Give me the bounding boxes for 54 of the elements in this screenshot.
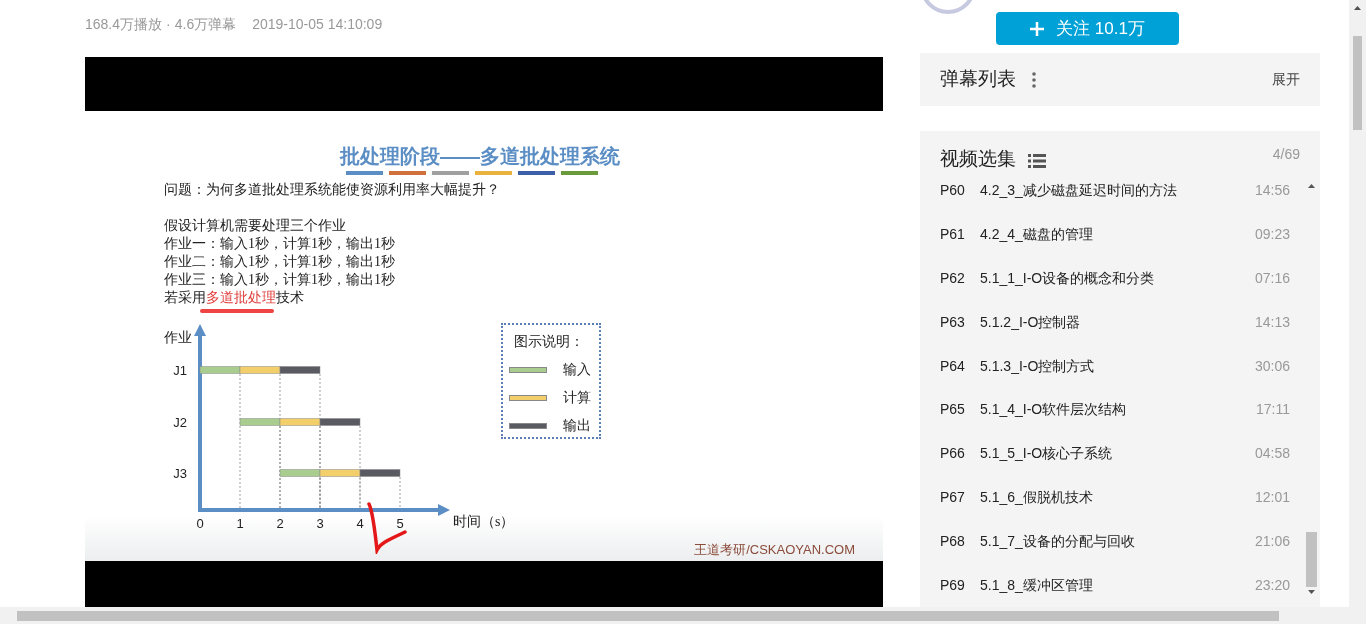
playlist-item[interactable]: P65 5.1_4_I-O软件层次结构 17:11	[940, 388, 1290, 432]
tick-label: 5	[396, 516, 404, 531]
vertical-scrollbar[interactable]	[1349, 0, 1366, 607]
horizontal-scrollbar[interactable]	[0, 607, 1366, 624]
tick-label: 1	[236, 516, 244, 531]
slide-text: 假设计算机需要处理三个作业	[164, 217, 347, 235]
expand-link[interactable]: 展开	[1272, 69, 1300, 91]
row-label: J2	[173, 415, 187, 430]
separator: ·	[166, 15, 171, 34]
more-icon[interactable]	[1032, 71, 1036, 88]
panel-title: 弹幕列表	[940, 67, 1016, 92]
playlist-item[interactable]: P61 4.2_4_磁盘的管理 09:23	[940, 212, 1290, 257]
tick-label: 2	[276, 516, 284, 531]
grid-line	[399, 476, 401, 509]
episode-count: 4/69	[1272, 145, 1300, 165]
danmaku-count: 4.6万弹幕	[174, 15, 237, 34]
legend-label: 输出	[563, 417, 591, 435]
slide-text: 作业二：输入1秒，计算1秒，输出1秒	[164, 253, 396, 271]
plus-icon	[1030, 21, 1045, 36]
handwritten-check-mark	[367, 502, 407, 552]
playlist-item[interactable]: P68 5.1_7_设备的分配与回收 21:06	[940, 519, 1290, 564]
play-count: 168.4万播放	[85, 15, 163, 34]
playlist-item[interactable]: P60 4.2_3_减少磁盘延迟时间的方法 14:56	[940, 169, 1290, 213]
playlist-item[interactable]: P69 5.1_8_缓冲区管理 23:20	[940, 563, 1290, 607]
slide-title: 批处理阶段——多道批处理系统	[338, 144, 621, 169]
footer-text: 王道考研/CSKAOYAN.COM	[694, 541, 855, 559]
slide-text: 作业三：输入1秒，计算1秒，输出1秒	[164, 271, 396, 289]
playlist-item[interactable]: P64 5.1.3_I-O控制方式 30:06	[940, 344, 1290, 388]
list-icon[interactable]	[1028, 153, 1046, 168]
scrollbar-thumb[interactable]	[1305, 531, 1317, 587]
question-text: 问题：为何多道批处理系统能使资源利用率大幅提升？	[164, 181, 500, 199]
tick-label: 0	[196, 516, 204, 531]
legend-title: 图示说明：	[513, 333, 585, 351]
legend-label: 输入	[563, 361, 591, 379]
legend-label: 计算	[563, 389, 591, 407]
playlist-item[interactable]: P63 5.1.2_I-O控制器 14:13	[940, 300, 1290, 345]
video-player[interactable]: 批处理阶段——多道批处理系统 问题：为何多道批处理系统能使资源利用率大幅提升？ 假设计算机需要处理三个作业 作业一：输入1秒，计算1秒，输出1秒 作业二：输入1秒，计算1秒，输出1秒 作业三：输入1秒，计算1秒，输出1秒 若采用多道批处理技术 作业 0 1 2 3 4 5 时间（s） J1 J2 J3 图示说明： 输入 计算 输出 王道考研/CSKAOYAN.COM	[85, 57, 883, 607]
axis-label: 时间（s）	[453, 514, 515, 529]
scroll-down-icon[interactable]	[1307, 589, 1315, 594]
playlist-item[interactable]: P67 5.1_6_假脱机技术 12:01	[940, 475, 1290, 520]
upload-date: 2019-10-05 14:10:09	[252, 15, 383, 34]
panel-title: 视频选集	[940, 146, 1016, 171]
playlist-item[interactable]: P66 5.1_5_I-O核心子系统 04:58	[940, 431, 1290, 476]
row-label: J3	[173, 466, 187, 481]
tick-label: 4	[356, 516, 364, 531]
slide-text: 作业一：输入1秒，计算1秒，输出1秒	[164, 235, 396, 253]
tick-label: 3	[316, 516, 324, 531]
scroll-up-icon[interactable]	[1354, 6, 1361, 10]
row-label: J1	[173, 363, 187, 378]
scrollbar-thumb[interactable]	[1353, 36, 1362, 130]
scroll-up-icon[interactable]	[1307, 183, 1315, 188]
axis-label: 作业	[164, 330, 192, 345]
slide-text: 若采用多道批处理技术	[164, 289, 305, 307]
playlist-item[interactable]: P62 5.1_1_I-O设备的概念和分类 07:16	[940, 256, 1290, 301]
